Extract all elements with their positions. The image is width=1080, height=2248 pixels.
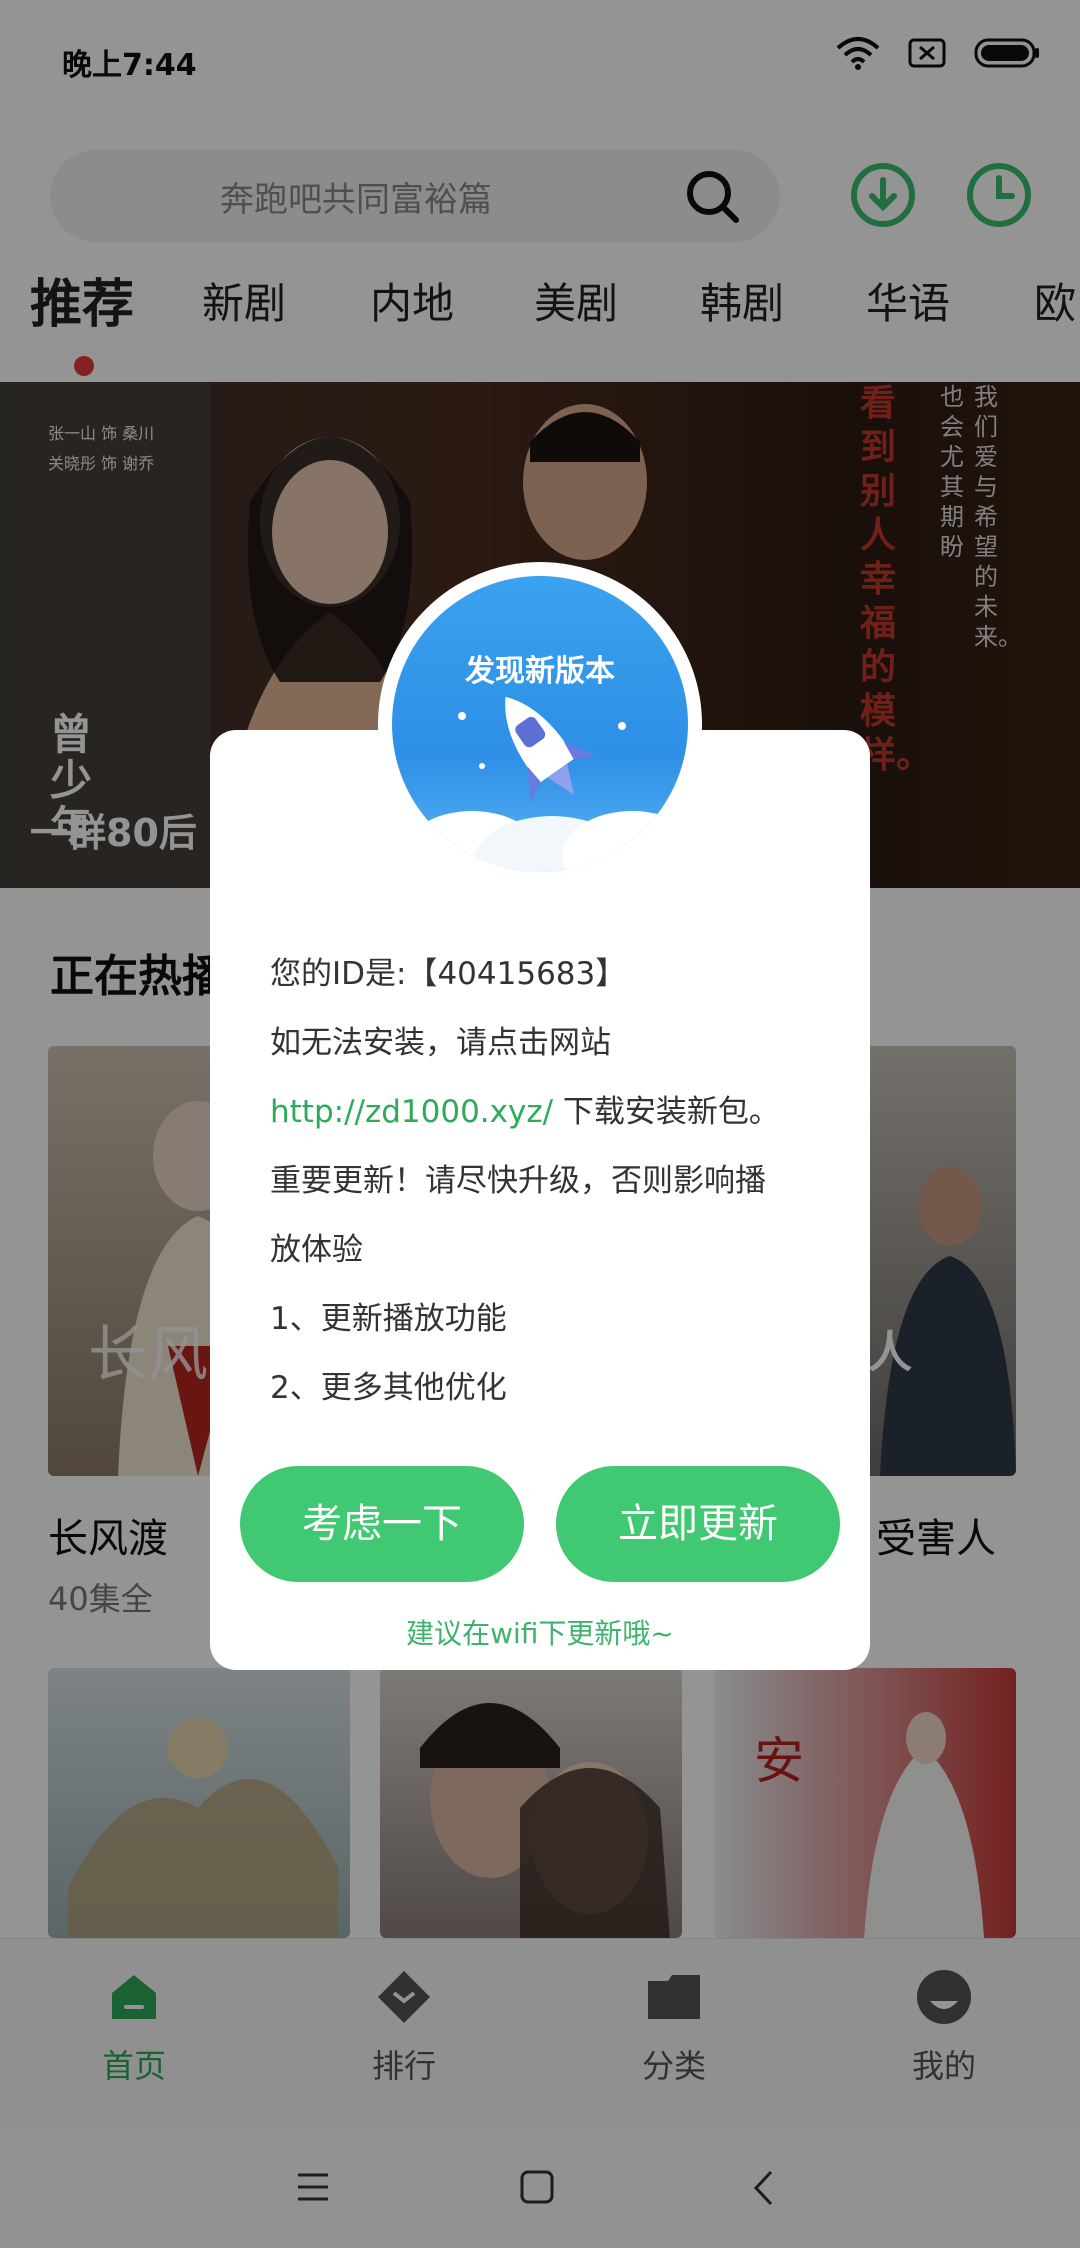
update-badge: 发现新版本 [378,562,702,886]
important-update-text-cont: 放体验 [270,1232,363,1268]
consider-later-button[interactable]: 考虑一下 [240,1466,524,1582]
install-hint-text: 如无法安装，请点击网站 [270,1025,611,1061]
wifi-hint-text: 建议在wifi下更新哦~ [406,1617,674,1650]
update-now-button[interactable]: 立即更新 [556,1466,840,1582]
user-id-text: 您的ID是:【40415683】 [270,956,627,992]
important-update-text: 重要更新！请尽快升级，否则影响播 [270,1163,766,1199]
rocket-icon [402,696,688,872]
update-item-2: 2、更多其他优化 [270,1370,507,1406]
download-link-suffix: 下载安装新包。 [553,1094,780,1130]
update-item-1: 1、更新播放功能 [270,1301,507,1337]
update-badge-circle: 发现新版本 [392,576,688,872]
download-link[interactable]: http://zd1000.xyz/ [270,1094,553,1130]
download-line: http://zd1000.xyz/ 下载安装新包。 [270,1092,780,1132]
